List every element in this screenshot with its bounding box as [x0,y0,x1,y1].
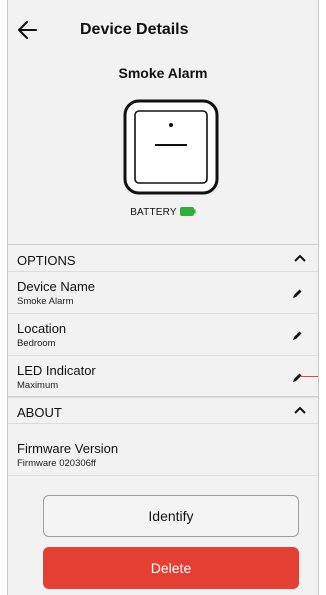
device-name-label: Device Name [17,279,96,294]
device-name-value: Smoke Alarm [17,296,74,307]
identify-button[interactable]: Identify [43,495,299,537]
arrow-left-icon[interactable] [14,16,42,44]
location-value: Bedroom [17,338,56,349]
device-name-title: Smoke Alarm [118,65,208,81]
firmware-version-value: Firmware 020306ff [17,458,97,469]
led-indicator-label: LED Indicator [17,363,96,378]
chevron-up-icon[interactable] [294,405,306,415]
about-title: ABOUT [17,405,62,420]
smoke-alarm-icon [123,99,219,195]
device-name-row[interactable]: Device Name Smoke Alarm [8,272,318,314]
pencil-icon[interactable] [291,288,303,300]
firmware-version-label: Firmware Version [17,441,119,456]
pencil-icon[interactable] [291,372,303,384]
annotation-line [300,376,318,377]
about-section-header[interactable]: ABOUT [8,396,318,424]
chevron-up-icon[interactable] [294,253,306,263]
delete-button[interactable]: Delete [43,547,299,589]
battery-status: BATTERY [8,207,318,218]
header: Device Details [8,0,318,62]
led-indicator-value: Maximum [17,380,59,391]
options-title: OPTIONS [17,253,76,268]
device-details-screen: Device Details Smoke Alarm BATTERY OPTIO… [7,0,319,595]
led-indicator-row[interactable]: LED Indicator Maximum [8,356,318,398]
location-row[interactable]: Location Bedroom [8,314,318,356]
pencil-icon[interactable] [291,330,303,342]
battery-label: BATTERY [130,207,177,218]
page-title: Device Details [80,21,189,38]
battery-icon [179,207,196,216]
firmware-version-row: Firmware Version Firmware 020306ff [8,434,318,476]
location-label: Location [17,321,67,336]
options-section-header[interactable]: OPTIONS [8,244,318,272]
